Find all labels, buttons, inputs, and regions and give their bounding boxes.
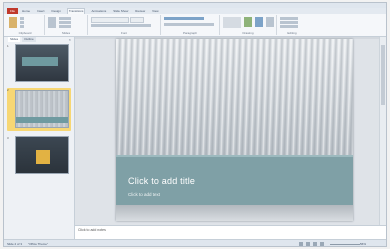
slide-thumbnail-2-selected[interactable]: 2 [7,88,71,131]
arrange-icon[interactable] [244,17,252,27]
zoom-slider[interactable] [330,244,360,245]
align-buttons[interactable] [164,23,214,26]
cut-icon[interactable] [20,17,24,20]
scrollbar-thumb[interactable] [381,45,385,105]
notes-placeholder: Click to add notes [78,228,106,232]
slide-thumbnail-3[interactable]: 3 [7,136,71,176]
slide-background-texture [116,39,353,155]
status-bar: Slide 2 of 3 "Office Theme" 56% [4,239,386,246]
group-label-editing: Editing [287,31,297,35]
copy-icon[interactable] [20,21,24,24]
group-label-slides: Slides [61,31,71,35]
normal-view-icon[interactable] [299,242,303,246]
slide-thumbnail-pane: Slides Outline × 1 2 3 [4,37,75,239]
paste-icon[interactable] [9,17,17,28]
ribbon-group-font: Font [88,15,161,35]
reading-view-icon[interactable] [313,242,317,246]
shape-fill-icon[interactable] [266,17,274,27]
slide-number: 3 [7,136,9,140]
vertical-scrollbar[interactable] [379,37,386,225]
slide-number: 2 [7,88,9,92]
quick-styles-icon[interactable] [255,17,263,27]
list-buttons[interactable] [164,17,204,20]
notes-pane[interactable]: Click to add notes [75,225,386,240]
pane-tabs: Slides Outline [4,37,74,42]
slideshow-view-icon[interactable] [320,242,324,246]
new-slide-icon[interactable] [48,17,56,28]
font-name-dropdown[interactable] [91,17,129,23]
replace-icon[interactable] [280,21,298,24]
ribbon-group-paragraph: Paragraph [161,15,220,35]
current-slide[interactable]: Click to add title Click to add text [116,39,353,221]
shapes-gallery[interactable] [223,17,241,28]
title-placeholder[interactable]: Click to add title [128,176,195,186]
section-icon[interactable] [59,25,71,28]
tab-outline[interactable]: Outline [22,37,36,42]
ribbon-group-clipboard: Clipboard [6,15,45,35]
ribbon-group-drawing: Drawing [220,15,277,35]
slide-preview [15,44,69,82]
theme-name: "Office Theme" [28,242,49,246]
slide-preview [15,90,69,128]
powerpoint-window: File Home Insert Design Transitions Anim… [3,2,387,247]
subtitle-placeholder[interactable]: Click to add text [128,192,160,197]
zoom-level[interactable]: 56% [360,242,366,246]
slide-number: 1 [7,44,9,48]
sorter-view-icon[interactable] [306,242,310,246]
group-label-font: Font [120,31,127,35]
view-buttons [299,242,324,246]
slide-footer-strip [116,205,353,221]
ribbon-group-editing: Editing [277,15,307,35]
slide-count: Slide 2 of 3 [7,242,23,246]
tab-slides[interactable]: Slides [8,37,21,42]
close-icon[interactable]: × [69,37,71,42]
slide-editing-area: Click to add title Click to add text [75,37,386,225]
reset-icon[interactable] [59,21,71,24]
group-label-clipboard: Clipboard [18,31,32,35]
format-painter-icon[interactable] [20,25,24,28]
ribbon-group-slides: Slides [45,15,88,35]
font-format-buttons[interactable] [91,24,151,27]
ribbon: Clipboard Slides Font Paragraph Drawing [4,14,386,37]
layout-icon[interactable] [59,17,71,20]
group-label-drawing: Drawing [242,31,254,35]
font-size-dropdown[interactable] [130,17,144,23]
find-icon[interactable] [280,17,298,20]
slide-thumbnail-1[interactable]: 1 [7,44,71,84]
slide-preview [15,136,69,174]
group-label-paragraph: Paragraph [182,31,197,35]
select-icon[interactable] [280,25,298,28]
